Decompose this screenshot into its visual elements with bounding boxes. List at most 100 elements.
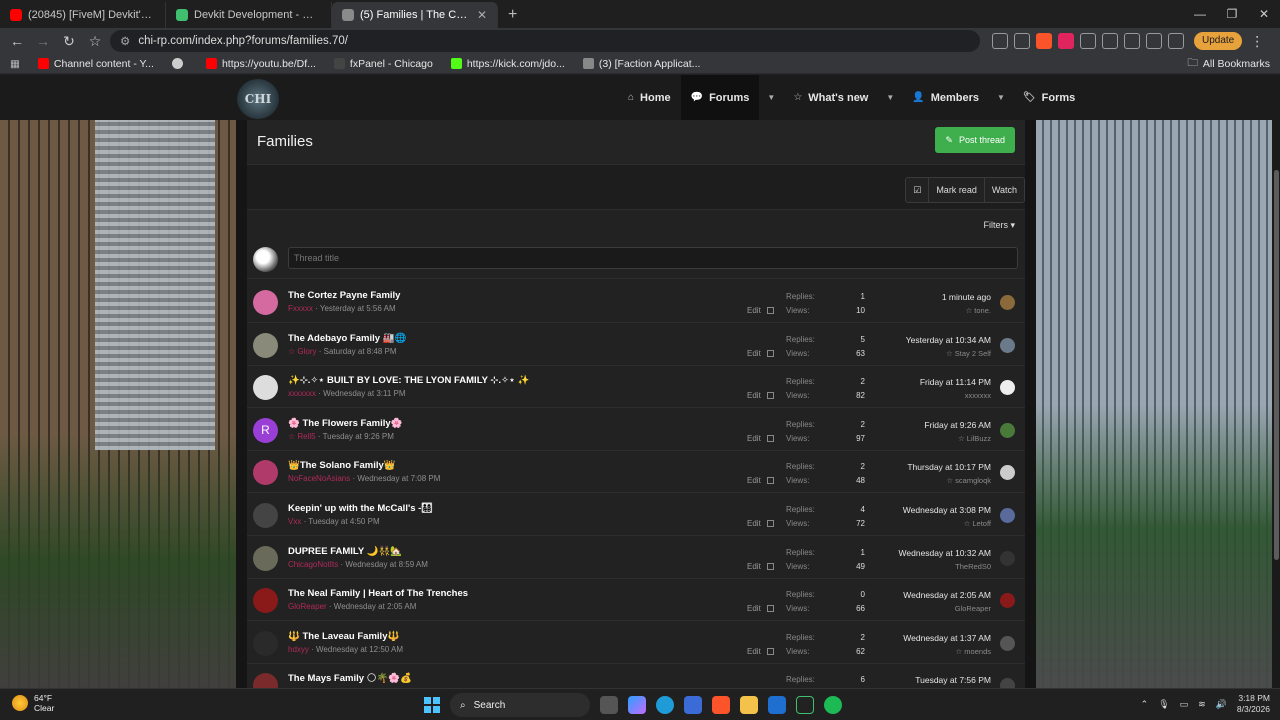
- spotify-icon[interactable]: [824, 696, 842, 714]
- clock[interactable]: 3:18 PM 8/3/2026: [1237, 693, 1270, 715]
- select-thread-checkbox[interactable]: [766, 307, 774, 314]
- thread-row[interactable]: 🔱 The Laveau Family🔱 hdxyy · Wednesday at…: [247, 621, 1025, 664]
- thread-row[interactable]: DUPREE FAMILY 🌙👯🏡 ChicagoNotIts · Wednesd…: [247, 536, 1025, 579]
- thread-row[interactable]: R 🌸 The Flowers Family🌸 ☆ Rell5 · Tuesday …: [247, 408, 1025, 451]
- bookmark-item[interactable]: Channel content - Y...: [37, 58, 154, 70]
- mic-icon[interactable]: 🎙: [1158, 699, 1169, 710]
- brave-icon[interactable]: [712, 696, 730, 714]
- restore-button[interactable]: ❐: [1216, 0, 1248, 28]
- site-logo[interactable]: CHI: [237, 79, 279, 119]
- vpn-icon[interactable]: [1168, 33, 1184, 49]
- menu-icon[interactable]: ⋮: [1246, 30, 1268, 52]
- bookmark-item[interactable]: fxPanel - Chicago: [333, 58, 433, 70]
- nav-forms[interactable]: 🏷 Forms: [1013, 75, 1085, 120]
- all-bookmarks-button[interactable]: 🗀 All Bookmarks: [1187, 54, 1270, 74]
- mark-read-button[interactable]: Mark read: [928, 178, 984, 202]
- last-post-date-link[interactable]: Thursday at 10:17 PM: [907, 462, 991, 472]
- last-poster-avatar[interactable]: [1000, 295, 1015, 310]
- site-info-icon[interactable]: ⚙: [120, 34, 130, 48]
- last-poster-avatar[interactable]: [1000, 508, 1015, 523]
- thread-title-link[interactable]: DUPREE FAMILY 🌙👯🏡: [288, 546, 402, 557]
- select-thread-checkbox[interactable]: [766, 520, 774, 527]
- whats-new-dropdown-caret-icon[interactable]: ▼: [878, 75, 902, 120]
- last-poster-avatar[interactable]: [1000, 593, 1015, 609]
- minimize-button[interactable]: —: [1184, 0, 1216, 28]
- nav-whats-new[interactable]: ☆ What's new: [783, 75, 878, 120]
- avatar[interactable]: [253, 630, 278, 656]
- avatar[interactable]: [253, 588, 278, 614]
- post-thread-button[interactable]: ✎ Post thread: [935, 127, 1015, 153]
- thread-row[interactable]: The Neal Family | Heart of The Trenches G…: [247, 578, 1025, 622]
- thread-edit[interactable]: Edit: [747, 604, 774, 613]
- thread-author-link[interactable]: ☆ Rell5: [288, 432, 316, 441]
- thread-author-link[interactable]: GloReaper: [288, 602, 327, 611]
- thread-row[interactable]: ✨⊹.✧⋆ BUILT BY LOVE: THE LYON FAMILY ⊹.✧…: [247, 365, 1025, 409]
- thread-title-link[interactable]: The Adebayo Family 🏭🌐: [288, 333, 406, 344]
- browser-tab-youtube[interactable]: (20845) [FiveM] Devkit's Liquor v2 [E...: [0, 2, 166, 28]
- browser-tab-families[interactable]: (5) Families | The Chi Roleplay ✕: [332, 2, 498, 28]
- thread-author-link[interactable]: NoFaceNoAsians: [288, 474, 350, 483]
- weather-widget[interactable]: 64°F Clear: [12, 693, 54, 713]
- url-field[interactable]: ⚙ chi-rp.com/index.php?forums/families.7…: [110, 30, 980, 52]
- thread-title-link[interactable]: 🔱 The Laveau Family🔱: [288, 631, 399, 642]
- thread-edit[interactable]: Edit: [747, 476, 774, 485]
- taskbar-search[interactable]: ⌕ Search: [450, 693, 590, 717]
- extension-puzzle-icon[interactable]: [1080, 33, 1096, 49]
- thread-edit[interactable]: Edit: [747, 434, 774, 443]
- wifi-icon[interactable]: ≋: [1198, 699, 1206, 710]
- last-post-date-link[interactable]: Friday at 9:26 AM: [924, 420, 991, 430]
- avatar[interactable]: [253, 375, 278, 401]
- last-poster-avatar[interactable]: [1000, 678, 1015, 688]
- bookmark-item[interactable]: https://youtu.be/Df...: [205, 58, 316, 70]
- last-poster-avatar[interactable]: [1000, 380, 1015, 396]
- last-post-user-link[interactable]: TheRedS0: [955, 562, 991, 571]
- thread-title-link[interactable]: 👑The Solano Family👑: [288, 460, 396, 471]
- last-post-user-link[interactable]: ☆ tone.: [966, 306, 992, 315]
- last-post-date-link[interactable]: Wednesday at 2:05 AM: [903, 590, 991, 600]
- select-checkbox-icon[interactable]: ☑: [906, 178, 928, 202]
- thread-row[interactable]: The Mays Family 🌕🌴🌸💰EditReplies:6Views:T…: [247, 663, 1025, 688]
- last-post-date-link[interactable]: Yesterday at 10:34 AM: [906, 335, 991, 345]
- close-tab-icon[interactable]: ✕: [477, 8, 487, 22]
- thread-title-link[interactable]: The Cortez Payne Family: [288, 290, 400, 301]
- brave-shield-icon[interactable]: [1036, 33, 1052, 49]
- chevron-up-icon[interactable]: ⌃: [1141, 699, 1149, 710]
- avatar[interactable]: [253, 545, 278, 571]
- last-post-user-link[interactable]: GloReaper: [955, 604, 991, 613]
- thread-title-link[interactable]: The Neal Family | Heart of The Trenches: [288, 588, 468, 599]
- last-poster-avatar[interactable]: [1000, 337, 1015, 353]
- last-post-user-link[interactable]: ☆ Letoff: [964, 519, 991, 528]
- forums-dropdown-caret-icon[interactable]: ▼: [759, 75, 783, 120]
- reload-button[interactable]: ↻: [58, 30, 80, 52]
- thread-title-link[interactable]: ✨⊹.✧⋆ BUILT BY LOVE: THE LYON FAMILY ⊹.✧…: [288, 375, 529, 386]
- select-thread-checkbox[interactable]: [766, 349, 774, 357]
- last-post-date-link[interactable]: 1 minute ago: [942, 292, 991, 302]
- bookmark-item[interactable]: https://kick.com/jdo...: [450, 58, 565, 70]
- last-post-user-link[interactable]: ☆ moends: [956, 647, 992, 656]
- bookmark-star-icon[interactable]: ☆: [84, 30, 106, 52]
- brave-rewards-icon[interactable]: [1058, 33, 1074, 49]
- select-thread-checkbox[interactable]: [766, 647, 774, 655]
- update-button[interactable]: Update: [1194, 32, 1243, 50]
- members-dropdown-caret-icon[interactable]: ▼: [989, 75, 1013, 120]
- back-button[interactable]: ←: [6, 30, 28, 52]
- thread-title-input[interactable]: [288, 247, 1018, 269]
- file-explorer-icon[interactable]: [740, 696, 758, 714]
- thread-edit[interactable]: Edit: [747, 647, 774, 656]
- thread-author-link[interactable]: ChicagoNotIts: [288, 560, 338, 569]
- avatar[interactable]: [253, 503, 278, 528]
- share-icon[interactable]: [1014, 33, 1030, 49]
- thread-edit[interactable]: Edit: [747, 306, 774, 315]
- browser-tab-devkit[interactable]: Devkit Development - Devkit's Liquor...: [166, 2, 332, 28]
- nav-home[interactable]: ⌂ Home: [618, 75, 681, 120]
- last-post-date-link[interactable]: Wednesday at 1:37 AM: [903, 633, 991, 643]
- thread-edit[interactable]: Edit: [747, 519, 774, 528]
- display-icon[interactable]: ▭: [1180, 699, 1189, 710]
- apps-grid-icon[interactable]: ▦: [10, 58, 20, 70]
- edge-icon[interactable]: [656, 696, 674, 714]
- bookmark-item[interactable]: (3) [Faction Applicat...: [582, 58, 700, 70]
- avatar[interactable]: [253, 673, 278, 688]
- task-view-icon[interactable]: [600, 696, 618, 714]
- avatar[interactable]: [253, 460, 278, 486]
- nav-members[interactable]: 👤 Members: [902, 75, 989, 120]
